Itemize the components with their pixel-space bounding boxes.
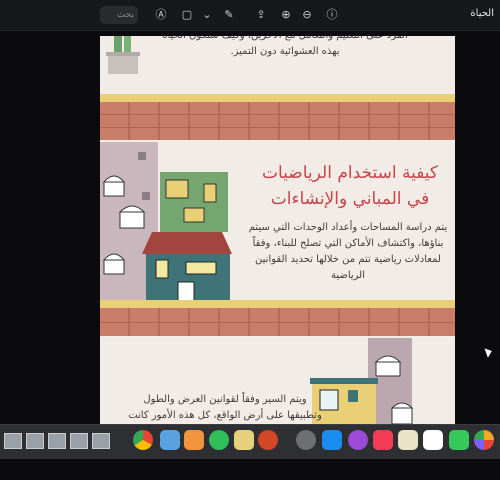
pages-icon[interactable]	[184, 430, 204, 450]
finder-icon[interactable]	[160, 430, 180, 450]
mouse-cursor	[484, 346, 494, 358]
zoom-in-icon[interactable]: ⊕	[279, 8, 293, 22]
podcasts-icon[interactable]	[348, 430, 368, 450]
notes-icon[interactable]	[234, 430, 254, 450]
zoom-out-icon[interactable]: ⊖	[300, 8, 314, 22]
panel3-text-line2: وتطبيقها على أرض الواقع، كل هذه الأمور ك…	[128, 410, 322, 421]
dock	[0, 424, 500, 459]
calendar-icon[interactable]	[423, 430, 443, 450]
share-icon[interactable]: ⇪	[254, 8, 268, 22]
markup-icon[interactable]: ✎	[222, 8, 236, 22]
panel2-text-line3: لمعادلات رياضية تتم من خلالها تحديد القو…	[255, 254, 441, 265]
panel1-text-line2: بهذه العشوائية دون التميز.	[230, 46, 340, 57]
panel-3: ويتم السير وفقاً لقوانين العرض والطول وت…	[100, 338, 455, 426]
app-store-icon[interactable]	[322, 430, 342, 450]
rotate-icon[interactable]: ▢	[180, 8, 194, 22]
panel1-text-line1: الفرد على التعليم والتعامل مع الآخرين، و…	[130, 36, 440, 44]
minimized-window-thumb[interactable]	[92, 433, 110, 449]
panel2-text-line1: يتم دراسة المساحات وأعداد الوحدات التي س…	[248, 222, 448, 233]
music-icon[interactable]	[373, 430, 393, 450]
brick-wall	[100, 102, 455, 140]
yellow-strip	[100, 300, 455, 308]
minimized-window-thumb[interactable]	[70, 433, 88, 449]
panel2-text-line2: بناؤها، واكتشاف الأماكن التي تصلح للبناء…	[252, 238, 444, 249]
panel2-text-line4: الرياضية	[330, 270, 366, 281]
minimized-window-thumb[interactable]	[26, 433, 44, 449]
chevron-down-icon[interactable]: ⌄	[200, 8, 214, 22]
heading-line-1: كيفية استخدام الرياضيات	[261, 163, 439, 183]
photos-icon[interactable]	[474, 430, 494, 450]
panel3-text-line1: ويتم السير وفقاً لقوانين العرض والطول	[143, 394, 307, 405]
search-field[interactable]: بحث	[100, 6, 138, 24]
app-toolbar: الحياة بحث Ⓐ ▢ ⌄ ✎ ⇪ ⊕ ⊖ ⓘ	[0, 0, 500, 31]
document-page: الفرد على التعليم والتعامل مع الآخرين، و…	[100, 36, 455, 426]
heading-line-2: في المباني والإنشاءات	[270, 189, 430, 209]
chrome-icon[interactable]	[133, 430, 153, 450]
panel-1: الفرد على التعليم والتعامل مع الآخرين، و…	[100, 36, 455, 140]
powerpoint-icon[interactable]	[258, 430, 278, 450]
yellow-strip	[100, 94, 455, 102]
whatsapp-icon[interactable]	[209, 430, 229, 450]
buildings-illustration	[100, 142, 232, 312]
minimized-window-thumb[interactable]	[4, 433, 22, 449]
files-icon[interactable]	[398, 430, 418, 450]
info-icon[interactable]: ⓘ	[325, 8, 339, 22]
settings-icon[interactable]	[296, 430, 316, 450]
minimized-window-thumb[interactable]	[48, 433, 66, 449]
panel-2: كيفية استخدام الرياضيات في المباني والإن…	[100, 142, 455, 336]
annotation-icon[interactable]: Ⓐ	[154, 8, 168, 22]
brick-wall	[100, 308, 455, 336]
facetime-icon[interactable]	[449, 430, 469, 450]
window-title: الحياة	[470, 8, 494, 19]
section-heading: كيفية استخدام الرياضيات في المباني والإن…	[250, 160, 450, 212]
